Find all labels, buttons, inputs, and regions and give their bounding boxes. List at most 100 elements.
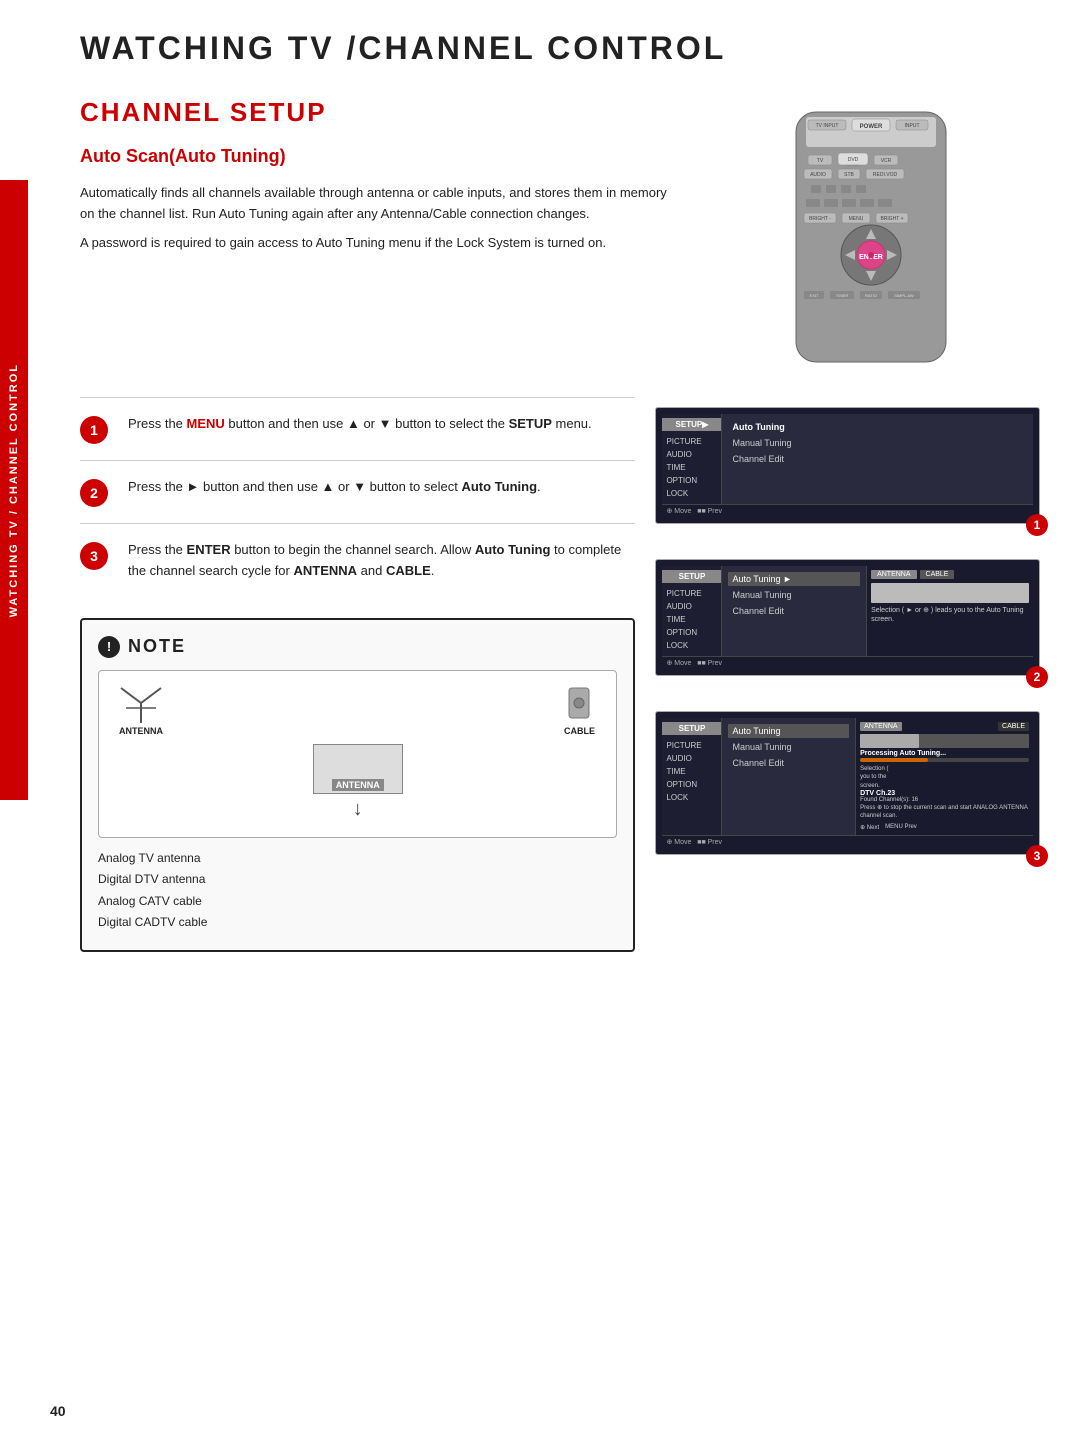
step-3-antenna-keyword: ANTENNA: [293, 563, 357, 578]
screenshot-1-wrapper: SETUP▶ PICTURE AUDIO TIME OPTION LOCK Au…: [655, 407, 1040, 524]
screenshots-column: SETUP▶ PICTURE AUDIO TIME OPTION LOCK Au…: [655, 397, 1040, 952]
side-tab: WATCHING TV / CHANNEL CONTROL: [0, 180, 28, 800]
steps-section: 1 Press the MENU button and then use ▲ o…: [80, 397, 1040, 952]
ss2-menu-sidebar: SETUP PICTURE AUDIO TIME OPTION LOCK: [662, 566, 722, 656]
page-number: 40: [50, 1403, 66, 1419]
ss3-footer: ⊕ Move ■■ Prev: [662, 835, 1033, 848]
step-1-number: 1: [80, 416, 108, 444]
step-3-enter-keyword: ENTER: [187, 542, 231, 557]
step-3-cable-keyword: CABLE: [386, 563, 431, 578]
arrow-down: ↓: [111, 798, 604, 821]
ss2-item-time: TIME: [662, 613, 721, 626]
step-1-row: 1 Press the MENU button and then use ▲ o…: [80, 397, 635, 460]
channel-setup-title: CHANNEL SETUP: [80, 97, 672, 128]
remote-control-svg: TV INPUT POWER INPUT TV DVD MODE VCR AUD…: [786, 107, 956, 367]
note-item-4: Digital CADTV cable: [98, 912, 617, 934]
note-item-3: Analog CATV cable: [98, 891, 617, 913]
svg-text:EXIT: EXIT: [809, 293, 818, 298]
ss3-option-autotuning: Auto Tuning: [728, 724, 849, 738]
ss3-badge: 3: [1026, 845, 1048, 867]
step-3-autotuning-keyword: Auto Tuning: [475, 542, 551, 557]
ss1-option-autotuning: Auto Tuning: [728, 420, 1027, 434]
note-icon: !: [98, 636, 120, 658]
ss2-option-channeledit: Channel Edit: [728, 604, 860, 618]
ss2-item-option: OPTION: [662, 626, 721, 639]
svg-text:TV INPUT: TV INPUT: [816, 123, 839, 129]
ss1-item-audio: AUDIO: [662, 448, 721, 461]
ss2-item-picture: PICTURE: [662, 587, 721, 600]
svg-text:STB: STB: [844, 172, 854, 178]
main-content: WATCHING TV /CHANNEL CONTROL CHANNEL SET…: [40, 0, 1080, 992]
step-3-number: 3: [80, 542, 108, 570]
ss1-item-time: TIME: [662, 461, 721, 474]
svg-text:MENU: MENU: [849, 216, 864, 222]
step-3-text: Press the ENTER button to begin the chan…: [128, 540, 635, 582]
ss3-item-lock: LOCK: [662, 791, 721, 804]
ss1-item-lock: LOCK: [662, 487, 721, 500]
screenshot-3-inner: SETUP PICTURE AUDIO TIME OPTION LOCK Aut…: [662, 718, 1033, 835]
antenna-diagram: ANTENNA CABLE ANTEN: [98, 670, 617, 838]
description: Automatically finds all channels availab…: [80, 183, 672, 253]
cable-label: CABLE: [554, 683, 604, 736]
svg-text:SIMPL.AW: SIMPL.AW: [894, 293, 914, 298]
note-item-2: Digital DTV antenna: [98, 869, 617, 891]
ss1-menu-sidebar: SETUP▶ PICTURE AUDIO TIME OPTION LOCK: [662, 414, 722, 504]
ss1-badge: 1: [1026, 514, 1048, 536]
ss2-menu-top: SETUP: [662, 570, 721, 583]
ss1-option-manualtuning: Manual Tuning: [728, 436, 1027, 450]
desc-line-1: Automatically finds all channels availab…: [80, 183, 672, 225]
svg-text:TIMER: TIMER: [836, 293, 849, 298]
ss3-option-manualtuning: Manual Tuning: [728, 740, 849, 754]
side-tab-label: WATCHING TV / CHANNEL CONTROL: [8, 363, 20, 617]
note-item-1: Analog TV antenna: [98, 848, 617, 870]
svg-text:AUDIO: AUDIO: [810, 172, 826, 178]
note-box: ! NOTE ANTENNA: [80, 618, 635, 952]
svg-text:MODE: MODE: [847, 163, 859, 168]
screenshot-3: SETUP PICTURE AUDIO TIME OPTION LOCK Aut…: [655, 711, 1040, 855]
svg-text:INPUT: INPUT: [904, 123, 919, 129]
ss2-option-manualtuning: Manual Tuning: [728, 588, 860, 602]
antenna-top-labels: ANTENNA CABLE: [111, 683, 604, 736]
ss1-menu-main: Auto Tuning Manual Tuning Channel Edit: [722, 414, 1033, 504]
note-list: Analog TV antenna Digital DTV antenna An…: [98, 848, 617, 934]
screenshot-3-wrapper: SETUP PICTURE AUDIO TIME OPTION LOCK Aut…: [655, 711, 1040, 855]
ss2-menu-main: Auto Tuning ► Manual Tuning Channel Edit: [722, 566, 866, 656]
antenna-inner-label: ANTENNA: [332, 779, 384, 791]
ss3-item-audio: AUDIO: [662, 752, 721, 765]
ss1-item-option: OPTION: [662, 474, 721, 487]
ss2-badge: 2: [1026, 666, 1048, 688]
antenna-box-diagram: ANTENNA: [313, 744, 403, 794]
intro-section: CHANNEL SETUP Auto Scan(Auto Tuning) Aut…: [80, 97, 672, 367]
step-1-menu-keyword: MENU: [187, 416, 225, 431]
ss2-item-audio: AUDIO: [662, 600, 721, 613]
ss3-menu-main: Auto Tuning Manual Tuning Channel Edit: [722, 718, 855, 835]
auto-scan-subtitle: Auto Scan(Auto Tuning): [80, 146, 672, 167]
top-section: CHANNEL SETUP Auto Scan(Auto Tuning) Aut…: [80, 97, 1040, 367]
ss1-footer: ⊕ Move ■■ Prev: [662, 504, 1033, 517]
svg-text:VCR: VCR: [881, 158, 892, 164]
step-2-row: 2 Press the ► button and then use ▲ or ▼…: [80, 460, 635, 523]
step-1-text: Press the MENU button and then use ▲ or …: [128, 414, 635, 435]
ss1-menu-top: SETUP▶: [662, 418, 721, 431]
ss3-option-channeledit: Channel Edit: [728, 756, 849, 770]
svg-text:BRIGHT +: BRIGHT +: [880, 216, 903, 222]
note-header: ! NOTE: [98, 636, 617, 658]
steps-column: 1 Press the MENU button and then use ▲ o…: [80, 397, 635, 952]
svg-text:TV: TV: [817, 158, 824, 164]
ss3-item-time: TIME: [662, 765, 721, 778]
ss2-item-lock: LOCK: [662, 639, 721, 652]
ss2-option-autotuning: Auto Tuning ►: [728, 572, 860, 586]
remote-control-area: TV INPUT POWER INPUT TV DVD MODE VCR AUD…: [702, 97, 1040, 367]
screenshot-2: SETUP PICTURE AUDIO TIME OPTION LOCK Aut…: [655, 559, 1040, 676]
svg-text:POWER: POWER: [860, 124, 883, 130]
screenshot-1: SETUP▶ PICTURE AUDIO TIME OPTION LOCK Au…: [655, 407, 1040, 524]
step-1-setup-keyword: SETUP: [509, 416, 552, 431]
screenshot-2-inner: SETUP PICTURE AUDIO TIME OPTION LOCK Aut…: [662, 566, 1033, 656]
ss2-footer: ⊕ Move ■■ Prev: [662, 656, 1033, 669]
svg-text:REDI.VOD: REDI.VOD: [873, 172, 898, 178]
screenshot-1-inner: SETUP▶ PICTURE AUDIO TIME OPTION LOCK Au…: [662, 414, 1033, 504]
ss3-menu-top: SETUP: [662, 722, 721, 735]
ss3-item-option: OPTION: [662, 778, 721, 791]
ss1-item-picture: PICTURE: [662, 435, 721, 448]
antenna-label: ANTENNA: [111, 683, 171, 736]
